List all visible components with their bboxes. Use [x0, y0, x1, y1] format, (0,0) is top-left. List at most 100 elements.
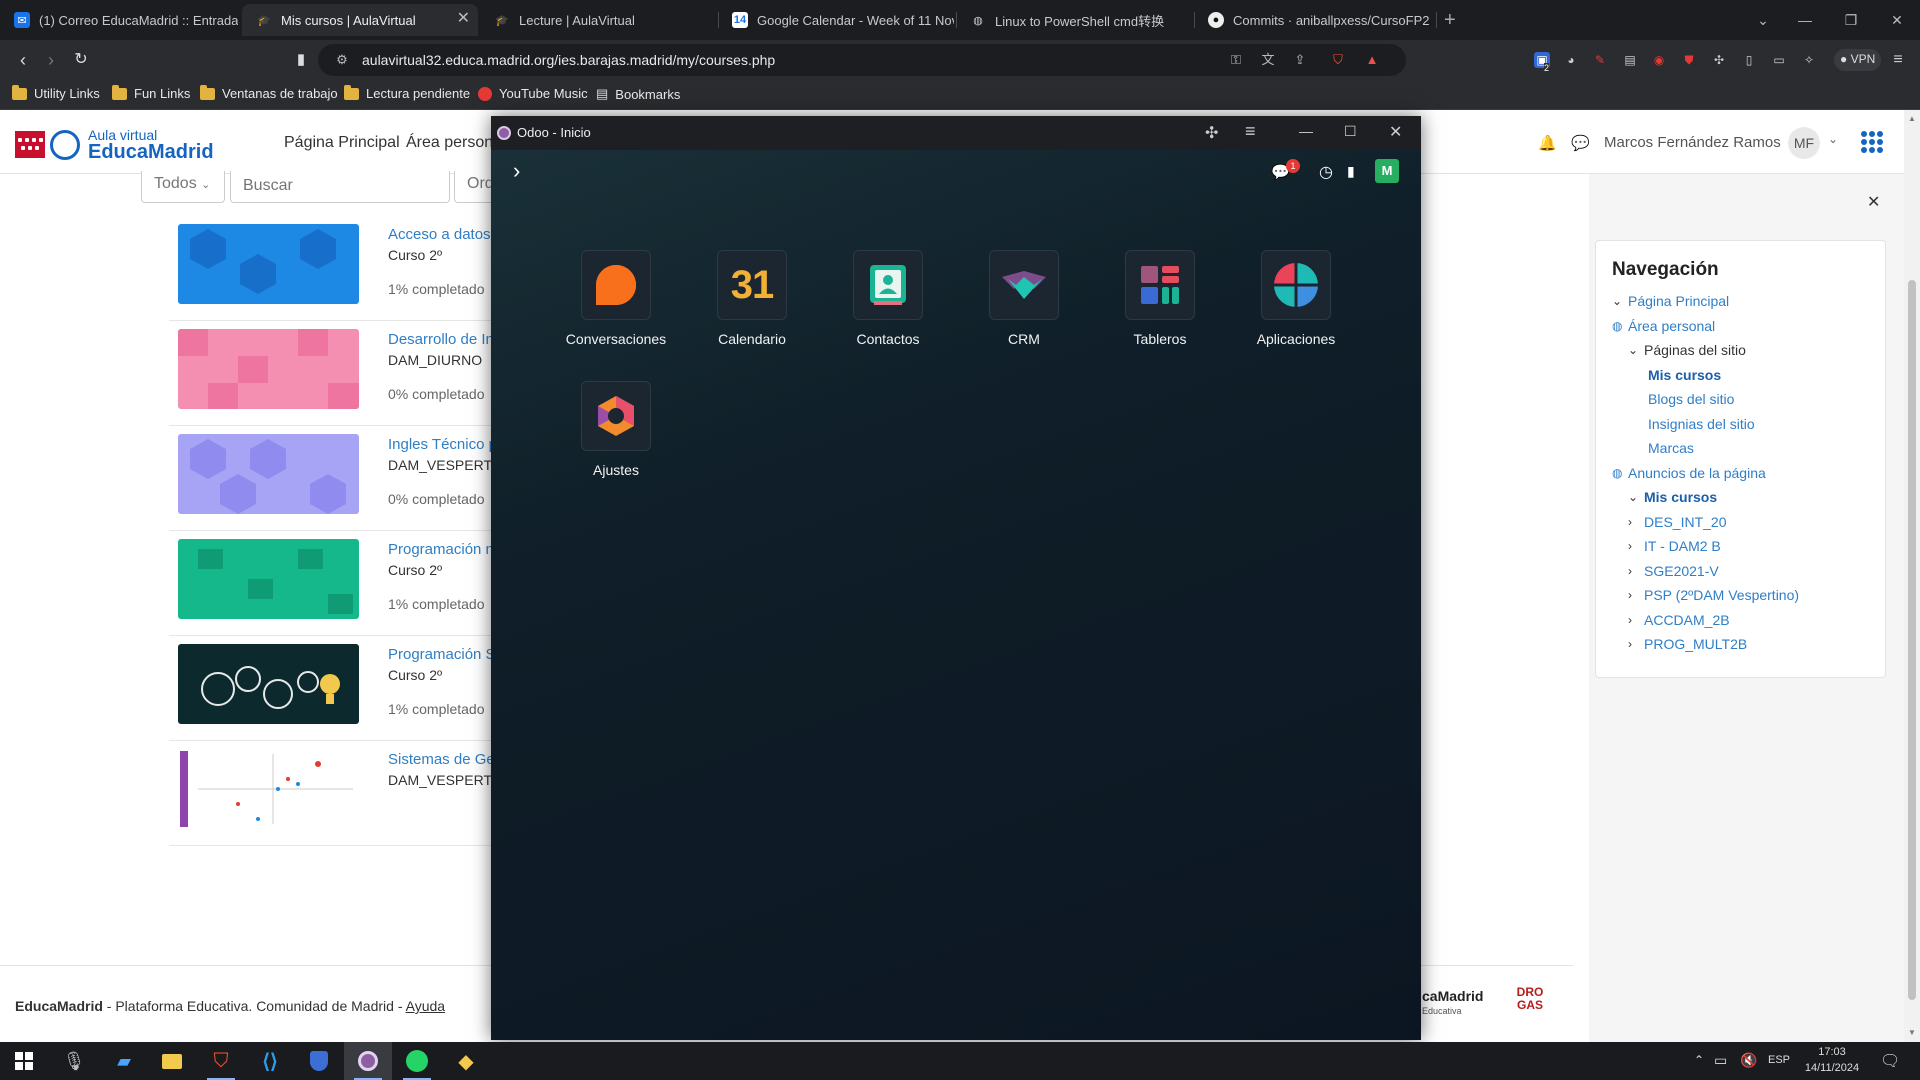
app-contactos[interactable]: Contactos: [828, 250, 948, 370]
tab-commits[interactable]: ● Commits · aniballpxess/CursoFP2: [1194, 4, 1430, 36]
clock-date[interactable]: 14/11/2024: [1800, 1062, 1864, 1074]
tab-lecture[interactable]: 🎓 Lecture | AulaVirtual: [480, 4, 716, 36]
course-title[interactable]: Ingles Técnico p: [388, 436, 497, 453]
tab-linux-powershell[interactable]: ◍ Linux to PowerShell cmd转换: [956, 4, 1192, 36]
chevron-down-icon[interactable]: ⌄: [1628, 343, 1640, 357]
forward-icon[interactable]: ›: [40, 50, 62, 72]
scrollbar-thumb[interactable]: [1908, 280, 1916, 1000]
notifications-icon[interactable]: 🗨: [1880, 1051, 1900, 1071]
chevron-right-icon[interactable]: ›: [1628, 539, 1640, 553]
course-card[interactable]: Desarrollo de In DAM_DIURNO 0% completad…: [169, 321, 494, 426]
search-input[interactable]: [230, 171, 450, 203]
share-icon[interactable]: ⇪: [1292, 52, 1308, 68]
menu-icon[interactable]: ≡: [1890, 52, 1906, 68]
course-card[interactable]: Acceso a datos Curso 2º 1% completado: [169, 216, 492, 321]
chevron-right-icon[interactable]: ›: [1628, 613, 1640, 627]
course-card[interactable]: Programación S Curso 2º 1% completado: [169, 636, 496, 741]
nav-tree-item[interactable]: › IT - DAM2 B: [1628, 538, 1721, 554]
vpn-button[interactable]: ● VPN: [1834, 49, 1882, 71]
bookmark-lectura[interactable]: Lectura pendiente: [344, 84, 470, 101]
leo-ai-icon[interactable]: ✧: [1801, 52, 1817, 68]
nav-tree-item[interactable]: › SGE2021-V: [1628, 563, 1719, 579]
bookmark-bookmarks[interactable]: ▤ Bookmarks: [596, 86, 680, 102]
nav-tree-item[interactable]: ⌄ Mis cursos: [1628, 489, 1717, 505]
translate-icon[interactable]: 文: [1260, 52, 1276, 68]
bitwarden-icon[interactable]: [295, 1042, 343, 1080]
bookmark-fun-links[interactable]: Fun Links: [112, 84, 190, 101]
menu-icon[interactable]: ≡: [1245, 121, 1256, 142]
chevron-right-icon[interactable]: ›: [1628, 588, 1640, 602]
extension-icon[interactable]: ▤: [1622, 52, 1638, 68]
minimize-icon[interactable]: —: [1782, 0, 1828, 40]
nav-tree-item[interactable]: Blogs del sitio: [1648, 391, 1734, 407]
chevron-right-icon[interactable]: ›: [1628, 637, 1640, 651]
page-scrollbar[interactable]: ▲ ▼: [1904, 110, 1920, 1042]
address-bar[interactable]: ⚙ aulavirtual32.educa.madrid.org/ies.bar…: [318, 44, 1406, 76]
brave-browser-icon[interactable]: ⛉: [197, 1042, 245, 1080]
app-calendario[interactable]: 31 Calendario: [692, 250, 812, 370]
back-icon[interactable]: ‹: [12, 50, 34, 72]
course-card[interactable]: Programación m Curso 2º 1% completado: [169, 531, 498, 636]
nav-tree-item[interactable]: ◍ Área personal: [1612, 318, 1715, 334]
chevron-down-icon[interactable]: ⌄: [1612, 294, 1624, 308]
tab-mis-cursos[interactable]: 🎓 Mis cursos | AulaVirtual ✕: [242, 4, 478, 36]
reload-icon[interactable]: ↻: [70, 50, 92, 72]
nav-tree-item[interactable]: › ACCDAM_2B: [1628, 612, 1730, 628]
expand-chevron-icon[interactable]: ›: [513, 158, 520, 184]
nav-node-icon[interactable]: ◍: [1612, 466, 1624, 480]
wallet-icon[interactable]: ▭: [1771, 52, 1787, 68]
network-icon[interactable]: ▭: [1714, 1052, 1727, 1069]
tray-chevron-icon[interactable]: ⌃: [1694, 1053, 1704, 1067]
close-window-icon[interactable]: ✕: [1874, 0, 1920, 40]
nav-tree-item[interactable]: ◍ Anuncios de la página: [1612, 465, 1766, 481]
footer-help-link[interactable]: Ayuda: [406, 998, 445, 1014]
nav-tree-item[interactable]: ⌄ Página Principal: [1612, 293, 1729, 309]
app-ajustes[interactable]: Ajustes: [556, 381, 676, 501]
bookmark-youtube-music[interactable]: YouTube Music: [478, 86, 588, 101]
nav-tree-item[interactable]: › PROG_MULT2B: [1628, 636, 1747, 652]
course-title[interactable]: Programación S: [388, 646, 496, 663]
odoo-taskbar-icon[interactable]: [344, 1042, 392, 1080]
tab-correo[interactable]: ✉ (1) Correo EducaMadrid :: Entrada: [0, 4, 240, 36]
sidebar-icon[interactable]: ▯: [1741, 52, 1757, 68]
site-info-icon[interactable]: ⚙: [334, 52, 350, 68]
whatsapp-icon[interactable]: [393, 1042, 441, 1080]
maximize-icon[interactable]: ☐: [1344, 123, 1357, 140]
chevron-down-icon[interactable]: ⌄: [1828, 132, 1838, 146]
extension-icon[interactable]: ⛊: [1681, 52, 1697, 68]
app-conversaciones[interactable]: Conversaciones: [556, 250, 676, 370]
extension-icon[interactable]: ✎: [1592, 52, 1608, 68]
course-title[interactable]: Programación m: [388, 541, 498, 558]
puzzle-icon[interactable]: ✣: [1711, 52, 1727, 68]
app-tableros[interactable]: Tableros: [1100, 250, 1220, 370]
file-explorer-icon[interactable]: [148, 1042, 196, 1080]
nav-tree-item[interactable]: › DES_INT_20: [1628, 514, 1726, 530]
scroll-down-icon[interactable]: ▼: [1908, 1028, 1916, 1037]
close-drawer-icon[interactable]: ✕: [1867, 192, 1880, 212]
clock-icon[interactable]: ◷: [1319, 162, 1333, 182]
course-title[interactable]: Desarrollo de In: [388, 331, 494, 348]
nav-tree-item[interactable]: Mis cursos: [1648, 367, 1721, 383]
bookmark-utility-links[interactable]: Utility Links: [12, 84, 100, 101]
app-grid-icon[interactable]: [1860, 130, 1884, 154]
language-indicator[interactable]: ESP: [1768, 1054, 1790, 1066]
nav-tree-item[interactable]: Insignias del sitio: [1648, 416, 1755, 432]
scroll-up-icon[interactable]: ▲: [1908, 114, 1916, 123]
key-icon[interactable]: ⚿: [1228, 52, 1244, 68]
url-text[interactable]: aulavirtual32.educa.madrid.org/ies.baraj…: [362, 52, 775, 68]
volume-muted-icon[interactable]: 🔇: [1740, 1052, 1757, 1069]
nav-tree-item[interactable]: Marcas: [1648, 440, 1694, 456]
brave-shield-icon[interactable]: ⛉: [1330, 52, 1346, 68]
tab-list-chevron-icon[interactable]: ⌄: [1740, 0, 1786, 40]
chevron-right-icon[interactable]: ›: [1628, 564, 1640, 578]
extensions-icon[interactable]: ✣: [1205, 123, 1218, 143]
nav-tree-item[interactable]: ⌄ Páginas del sitio: [1628, 342, 1746, 358]
nav-node-icon[interactable]: ◍: [1612, 319, 1624, 333]
app-crm[interactable]: CRM: [964, 250, 1084, 370]
close-icon[interactable]: ✕: [1389, 122, 1402, 142]
extension-icon[interactable]: ◉: [1651, 52, 1667, 68]
bell-icon[interactable]: 🔔: [1538, 134, 1557, 152]
git-app-icon[interactable]: ◆: [442, 1042, 490, 1080]
user-avatar[interactable]: M: [1375, 159, 1399, 183]
mic-app-icon[interactable]: 🎙: [50, 1042, 98, 1080]
